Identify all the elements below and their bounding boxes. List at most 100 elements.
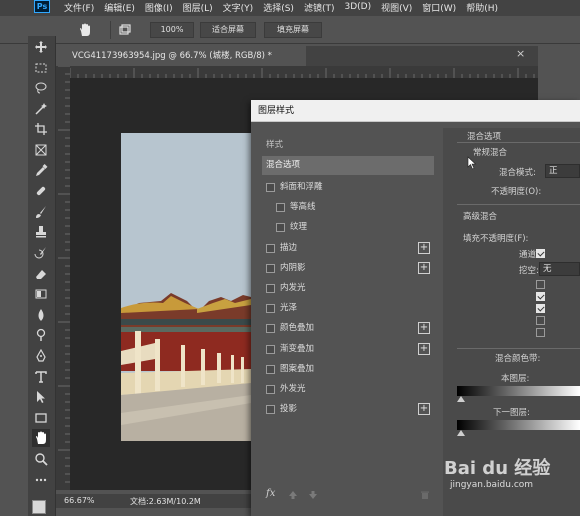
frame-icon[interactable] <box>34 143 48 157</box>
scroll-all-windows-icon[interactable] <box>118 23 132 37</box>
style-item-label: 颜色叠加 <box>280 323 315 334</box>
zoom-level[interactable]: 66.67% <box>64 496 95 505</box>
transparency-shapes-checkbox[interactable] <box>536 304 545 313</box>
path-selection-icon[interactable] <box>34 390 48 404</box>
divider <box>457 204 580 205</box>
add-effect-button[interactable]: + <box>418 241 430 254</box>
add-effect-button[interactable]: + <box>418 261 430 274</box>
blend-mode-dropdown[interactable]: 正 <box>545 164 580 178</box>
move-icon[interactable] <box>34 40 48 54</box>
move-down-icon[interactable] <box>308 490 318 500</box>
styles-header[interactable]: 样式 <box>262 136 434 155</box>
style-item[interactable]: 投影 + <box>262 400 434 419</box>
add-effect-button[interactable]: + <box>418 342 430 355</box>
blur-icon[interactable] <box>34 308 48 322</box>
document-size: 文档:2.63M/10.2M <box>130 497 201 506</box>
menu-item[interactable]: 文件(F) <box>64 1 94 14</box>
menu-item[interactable]: 图层(L) <box>183 1 213 14</box>
vector-mask-hides-checkbox[interactable] <box>536 328 545 337</box>
menu-item[interactable]: 窗口(W) <box>422 1 456 14</box>
add-effect-button[interactable]: + <box>418 403 430 416</box>
brush-icon[interactable] <box>34 205 48 219</box>
marquee-icon[interactable] <box>34 61 48 75</box>
knockout-dropdown[interactable]: 无 <box>539 262 580 276</box>
menu-item[interactable]: 编辑(E) <box>104 1 135 14</box>
style-checkbox[interactable] <box>266 405 275 415</box>
style-item-label: 描边 <box>280 242 298 253</box>
style-item[interactable]: 内发光 <box>262 279 434 298</box>
type-icon[interactable] <box>34 370 48 384</box>
style-item[interactable]: 渐变叠加 + <box>262 340 434 359</box>
style-checkbox[interactable] <box>266 183 275 192</box>
lasso-icon[interactable] <box>34 81 48 95</box>
style-item[interactable]: 外发光 <box>262 380 434 399</box>
style-checkbox[interactable] <box>266 304 275 314</box>
add-effect-button[interactable]: + <box>418 322 430 335</box>
zoom-icon[interactable] <box>34 452 48 466</box>
document-image[interactable] <box>121 133 251 441</box>
history-brush-icon[interactable] <box>34 246 48 260</box>
menu-item[interactable]: 视图(V) <box>381 1 412 14</box>
document-tab[interactable]: VCG41173963954.jpg @ 66.7% (城楼, RGB/8) * <box>56 46 306 66</box>
blend-mode-value: 正 <box>549 166 558 176</box>
menu-item[interactable]: 图像(I) <box>145 1 173 14</box>
move-up-icon[interactable] <box>288 490 298 500</box>
style-checkbox[interactable] <box>266 284 275 293</box>
style-item[interactable]: 颜色叠加 + <box>262 319 434 338</box>
style-checkbox[interactable] <box>266 263 275 273</box>
style-item[interactable]: 光泽 <box>262 299 434 318</box>
hand-icon[interactable] <box>32 429 50 448</box>
this-layer-black-handle[interactable] <box>457 396 465 402</box>
fit-screen-button[interactable]: 适合屏幕 <box>200 22 256 38</box>
foreground-color-swatch[interactable] <box>32 500 46 514</box>
style-item-label: 投影 <box>280 404 298 415</box>
layer-mask-hides-checkbox[interactable] <box>536 316 545 325</box>
menu-item[interactable]: 3D(D) <box>344 2 371 12</box>
menu-item[interactable]: 滤镜(T) <box>304 1 335 14</box>
channel-r-checkbox[interactable] <box>536 249 545 258</box>
style-item-label: 光泽 <box>280 303 298 314</box>
hand-tool-icon[interactable] <box>78 23 92 37</box>
style-checkbox[interactable] <box>266 385 275 394</box>
pen-icon[interactable] <box>34 348 48 363</box>
style-item[interactable]: 等高线 <box>262 198 434 217</box>
menu-item[interactable]: 选择(S) <box>263 1 294 14</box>
dodge-icon[interactable] <box>34 328 48 342</box>
clone-stamp-icon[interactable] <box>34 225 48 239</box>
underlying-black-handle[interactable] <box>457 430 465 436</box>
zoom-100-button[interactable]: 100% <box>150 22 194 38</box>
fx-icon[interactable]: fx <box>266 488 275 499</box>
blend-if-label: 混合颜色带: <box>495 354 541 364</box>
style-checkbox[interactable] <box>276 223 285 233</box>
blending-options-label: 混合选项 <box>266 160 301 170</box>
style-item[interactable]: 描边 + <box>262 239 434 258</box>
magic-wand-icon[interactable] <box>34 102 48 116</box>
style-item[interactable]: 图案叠加 <box>262 360 434 379</box>
eyedropper-icon[interactable] <box>34 163 48 178</box>
this-layer-slider[interactable] <box>457 386 580 396</box>
style-checkbox[interactable] <box>276 203 285 213</box>
style-item[interactable]: 斜面和浮雕 <box>262 178 434 197</box>
style-item[interactable]: 内阴影 + <box>262 259 434 278</box>
gradient-icon[interactable] <box>34 287 48 301</box>
style-item[interactable]: 纹理 <box>262 218 434 237</box>
menu-item[interactable]: 文字(Y) <box>223 1 254 14</box>
crop-icon[interactable] <box>34 122 48 136</box>
knockout-value: 无 <box>543 264 552 274</box>
close-tab-icon[interactable]: × <box>516 47 525 60</box>
menu-item[interactable]: 帮助(H) <box>466 1 498 14</box>
style-checkbox[interactable] <box>266 364 275 374</box>
style-checkbox[interactable] <box>266 324 275 334</box>
healing-brush-icon[interactable] <box>34 184 48 198</box>
style-checkbox[interactable] <box>266 243 275 253</box>
eraser-icon[interactable] <box>34 267 48 281</box>
more-icon[interactable] <box>34 473 48 487</box>
fill-screen-button[interactable]: 填充屏幕 <box>264 22 322 38</box>
underlying-layer-slider[interactable] <box>457 420 580 430</box>
blending-options-item[interactable]: 混合选项 <box>262 156 434 175</box>
blend-interior-checkbox[interactable] <box>536 280 545 289</box>
blend-clipped-checkbox[interactable] <box>536 292 545 301</box>
delete-effect-icon[interactable] <box>420 490 430 500</box>
rectangle-icon[interactable] <box>34 411 48 425</box>
style-checkbox[interactable] <box>266 344 275 354</box>
